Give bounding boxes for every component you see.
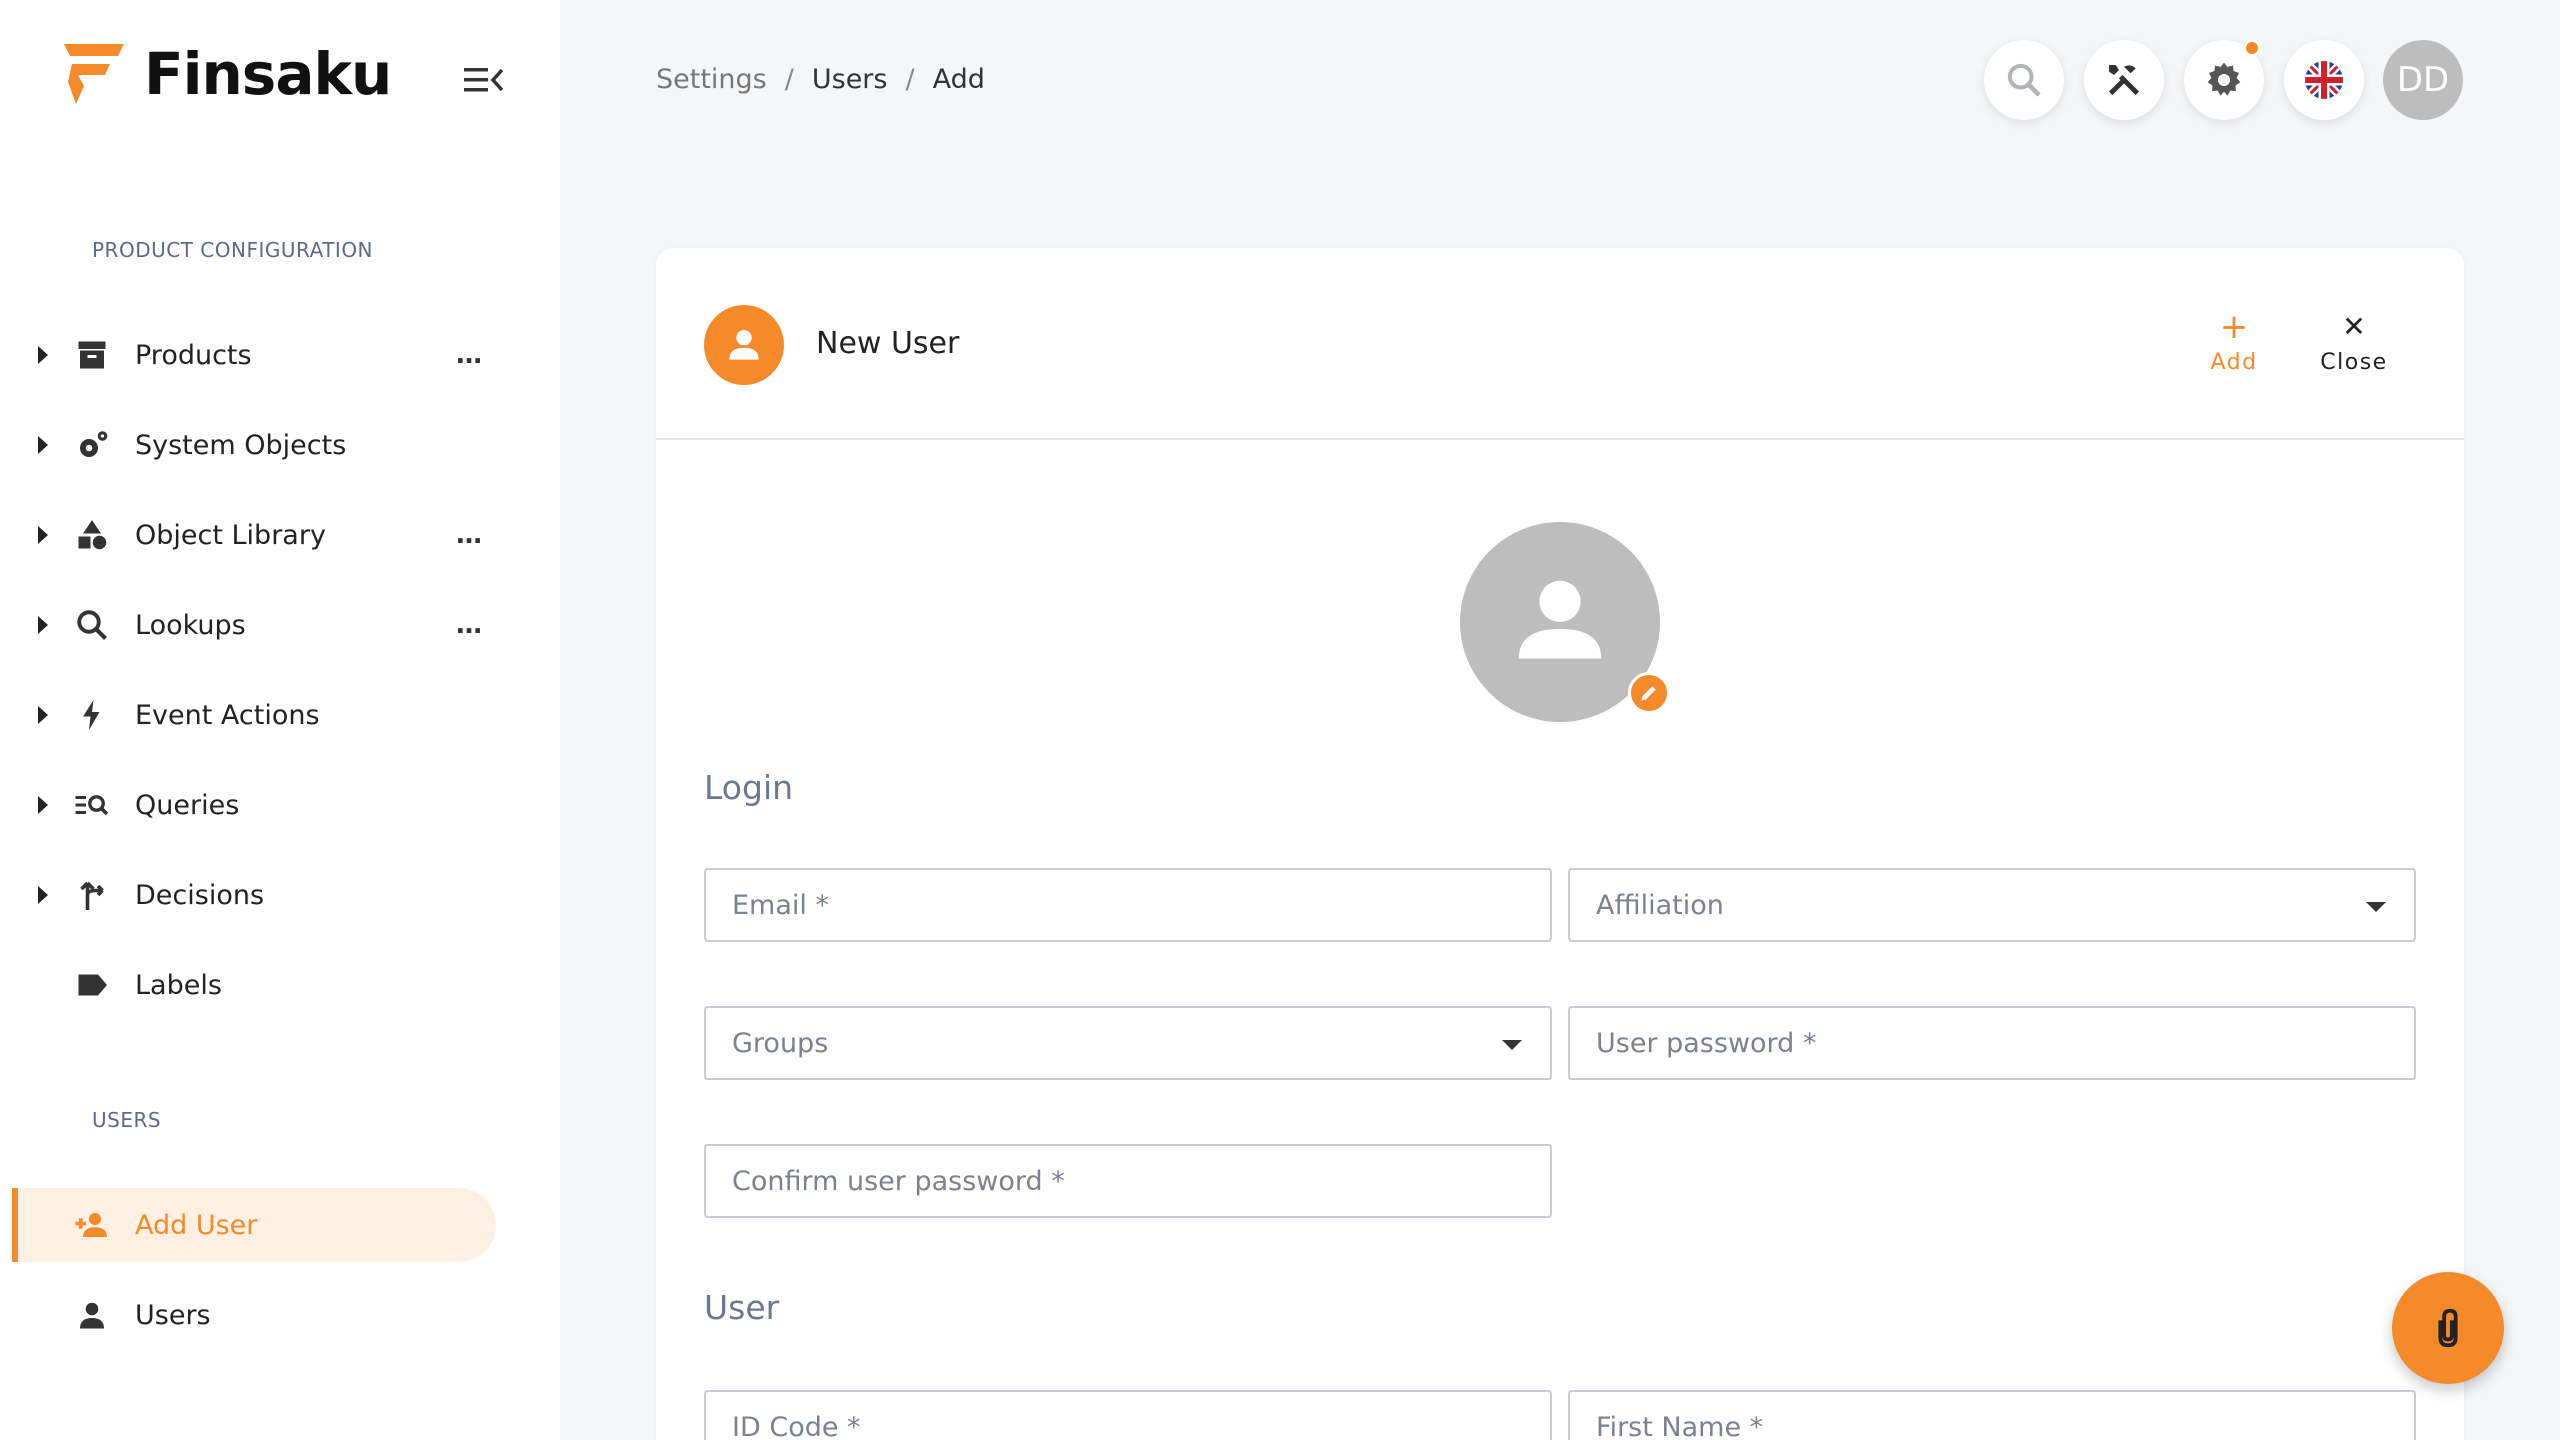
expand-caret-icon[interactable] <box>38 526 48 544</box>
card-title: New User <box>816 326 960 361</box>
dropdown-arrow-icon <box>2366 902 2386 912</box>
settings-button[interactable] <box>2184 40 2264 120</box>
sidebar: Finsaku PRODUCT CONFIGURATION Products …… <box>0 0 560 1440</box>
sidebar-item-queries[interactable]: Queries <box>0 768 500 842</box>
user-avatar-button[interactable]: DD <box>2383 40 2463 120</box>
sidebar-item-label: Add User <box>135 1209 258 1241</box>
fork-icon <box>72 875 112 915</box>
user-placeholder-icon <box>1518 580 1602 659</box>
pencil-icon <box>1641 686 1656 701</box>
sidebar-item-labels[interactable]: Labels <box>0 948 500 1022</box>
sidebar-item-label: Decisions <box>135 879 265 911</box>
id-code-field[interactable]: ID Code * <box>704 1390 1552 1440</box>
query-icon <box>72 785 112 825</box>
gears-icon <box>72 425 112 465</box>
section-label-product-configuration: PRODUCT CONFIGURATION <box>92 238 374 262</box>
login-section-title: Login <box>704 768 794 807</box>
gear-icon <box>2207 62 2241 96</box>
collapse-sidebar-button[interactable] <box>462 62 506 98</box>
groups-select-label: Groups <box>732 1027 829 1059</box>
tools-icon <box>2108 65 2140 96</box>
uk-flag-icon <box>2305 61 2343 99</box>
finsaku-logo-icon <box>64 44 124 104</box>
more-options-icon[interactable]: … <box>456 610 483 640</box>
breadcrumb-separator: / <box>905 64 915 95</box>
sidebar-item-users[interactable]: Users <box>0 1278 500 1352</box>
plus-icon: + <box>2219 307 2249 347</box>
sidebar-item-add-user[interactable]: Add User <box>12 1188 496 1262</box>
global-search-button[interactable] <box>1984 40 2064 120</box>
close-button-label: Close <box>2320 350 2388 375</box>
sidebar-item-decisions[interactable]: Decisions <box>0 858 500 932</box>
add-user-icon <box>72 1205 112 1245</box>
expand-caret-icon[interactable] <box>38 796 48 814</box>
sidebar-item-label: Users <box>135 1299 211 1331</box>
breadcrumb-add: Add <box>932 64 985 95</box>
groups-select[interactable]: Groups <box>704 1006 1552 1080</box>
expand-caret-icon[interactable] <box>38 616 48 634</box>
tools-button[interactable] <box>2084 40 2164 120</box>
sidebar-item-label: Lookups <box>135 609 246 641</box>
sidebar-item-label: Labels <box>135 969 222 1001</box>
notification-dot <box>2244 40 2260 56</box>
edit-photo-button[interactable] <box>1628 672 1670 714</box>
expand-caret-icon[interactable] <box>38 706 48 724</box>
card-header: New User + Add ✕ Close <box>656 248 2464 440</box>
add-button[interactable]: + Add <box>2194 310 2274 375</box>
sidebar-item-system-objects[interactable]: System Objects <box>0 408 500 482</box>
logo[interactable]: Finsaku <box>60 38 392 110</box>
first-name-field[interactable]: First Name * <box>1568 1390 2416 1440</box>
sidebar-item-label: Queries <box>135 789 240 821</box>
close-icon: ✕ <box>2342 310 2366 343</box>
add-button-label: Add <box>2210 350 2258 375</box>
header-user-avatar <box>704 305 784 385</box>
sidebar-item-products[interactable]: Products … <box>0 318 500 392</box>
breadcrumb: Settings / Users / Add <box>656 64 985 95</box>
menu-collapse-icon <box>464 68 504 92</box>
search-icon <box>72 605 112 645</box>
sidebar-item-event-actions[interactable]: Event Actions <box>0 678 500 752</box>
language-button[interactable] <box>2284 40 2364 120</box>
confirm-password-field[interactable]: Confirm user password * <box>704 1144 1552 1218</box>
user-icon <box>72 1295 112 1335</box>
archive-icon <box>72 335 112 375</box>
shapes-icon <box>72 515 112 555</box>
sidebar-item-object-library[interactable]: Object Library … <box>0 498 500 572</box>
sidebar-item-label: Event Actions <box>135 699 320 731</box>
sidebar-item-label: Object Library <box>135 519 326 551</box>
sidebar-item-label: System Objects <box>135 429 347 461</box>
user-section-title: User <box>704 1288 780 1327</box>
sidebar-item-lookups[interactable]: Lookups … <box>0 588 500 662</box>
paperclip-icon <box>2438 1308 2458 1348</box>
email-field[interactable]: Email * <box>704 868 1552 942</box>
lightning-icon <box>72 695 112 735</box>
user-icon <box>729 329 759 360</box>
app-name: Finsaku <box>144 40 392 108</box>
breadcrumb-users[interactable]: Users <box>812 64 888 95</box>
label-icon <box>72 965 112 1005</box>
affiliation-select[interactable]: Affiliation <box>1568 868 2416 942</box>
section-label-users: USERS <box>92 1108 162 1132</box>
search-icon <box>2007 63 2041 97</box>
attachment-fab-button[interactable] <box>2392 1272 2504 1384</box>
affiliation-select-label: Affiliation <box>1596 889 1724 921</box>
user-password-field[interactable]: User password * <box>1568 1006 2416 1080</box>
new-user-card: New User + Add ✕ Close Login Email * Aff… <box>656 248 2464 1440</box>
more-options-icon[interactable]: … <box>456 340 483 370</box>
sidebar-item-label: Products <box>135 339 252 371</box>
close-button[interactable]: ✕ Close <box>2314 310 2394 375</box>
more-options-icon[interactable]: … <box>456 520 483 550</box>
expand-caret-icon[interactable] <box>38 886 48 904</box>
breadcrumb-separator: / <box>784 64 794 95</box>
expand-caret-icon[interactable] <box>38 436 48 454</box>
breadcrumb-settings[interactable]: Settings <box>656 64 767 95</box>
dropdown-arrow-icon <box>1502 1040 1522 1050</box>
expand-caret-icon[interactable] <box>38 346 48 364</box>
